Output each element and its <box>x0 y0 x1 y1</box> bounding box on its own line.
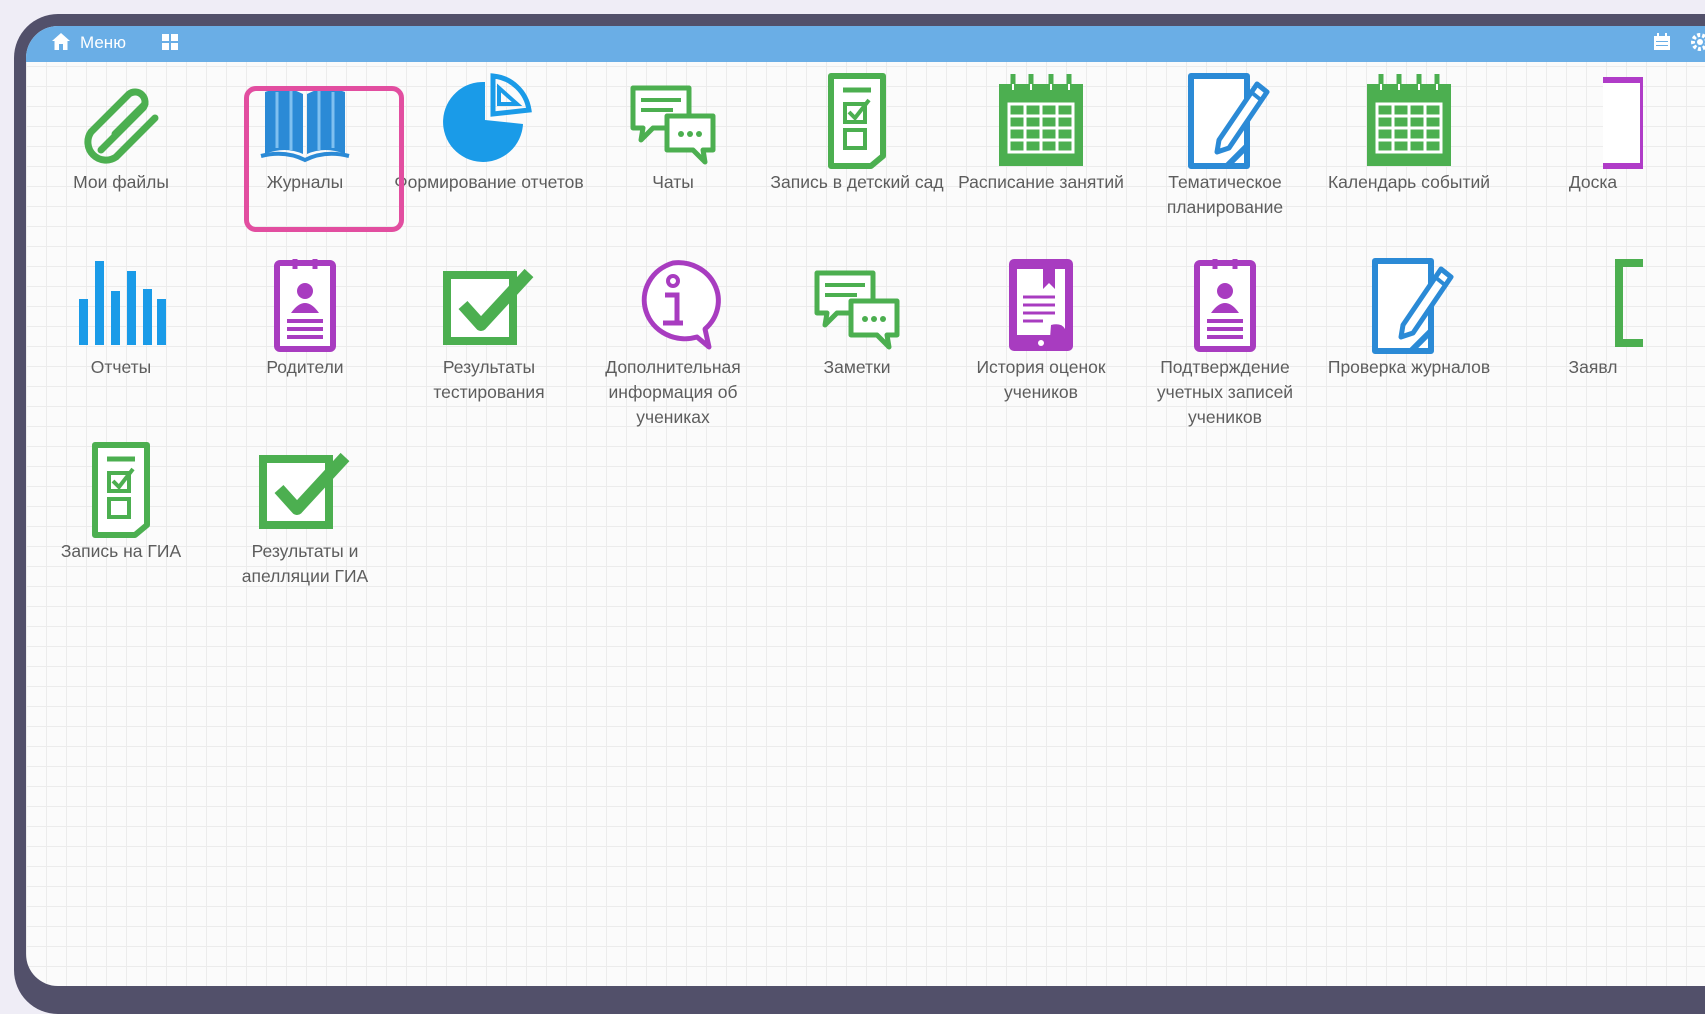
tile-thematic-planning[interactable]: Тематическое планирование <box>1130 70 1320 220</box>
tile-label: Заявл <box>1568 357 1618 377</box>
tile-my-files[interactable]: Мои файлы <box>26 70 216 195</box>
tablet-document-icon <box>1009 259 1073 351</box>
home-icon[interactable] <box>50 30 72 54</box>
tile-label: Дополнительная информация об учениках <box>605 357 741 427</box>
tile-gia-results[interactable]: Результаты и апелляции ГИА <box>210 439 400 589</box>
tile-label: Доска <box>1568 172 1618 192</box>
tile-label: Результаты тестирования <box>433 357 545 402</box>
tile-chats[interactable]: Чаты <box>578 70 768 195</box>
tile-label: Результаты и апелляции ГИА <box>241 541 369 586</box>
chat-bubbles-icon <box>630 85 716 165</box>
tile-gia-enroll[interactable]: Запись на ГИА <box>26 439 216 564</box>
tile-label: Журналы <box>266 172 344 192</box>
tile-label: История оценок учеников <box>976 357 1106 402</box>
tile-journal-check[interactable]: Проверка журналов <box>1314 255 1504 380</box>
tile-journals[interactable]: Журналы <box>210 70 400 195</box>
bar-chart-icon <box>79 261 166 345</box>
tile-notes[interactable]: Заметки <box>762 255 952 380</box>
menu-label[interactable]: Меню <box>80 33 126 53</box>
tile-reports[interactable]: Отчеты <box>26 255 216 380</box>
id-card-icon <box>1194 259 1256 352</box>
tile-grade-history[interactable]: История оценок учеников <box>946 255 1136 405</box>
info-bubble-icon <box>641 260 721 350</box>
calendar-grid-icon <box>999 74 1083 166</box>
document-pencil-icon <box>1188 73 1270 169</box>
tile-label: Проверка журналов <box>1327 357 1491 377</box>
tile-applications[interactable]: Заявл <box>1498 255 1688 380</box>
paperclip-icon <box>84 88 159 164</box>
tile-label: Родители <box>266 357 344 377</box>
gear-icon[interactable] <box>1690 32 1705 52</box>
id-card-icon <box>274 259 336 352</box>
checkbox-checked-icon <box>259 452 350 529</box>
tile-label: Чаты <box>652 172 694 192</box>
tile-student-info[interactable]: Дополнительная информация об учениках <box>578 255 768 430</box>
app-screen: Меню Мои файлы Журналы Формирование отче… <box>26 26 1705 986</box>
tile-event-calendar[interactable]: Календарь событий <box>1314 70 1504 195</box>
tile-report-builder[interactable]: Формирование отчетов <box>394 70 584 195</box>
pie-chart-icon <box>443 73 532 162</box>
checklist-icon <box>92 442 150 538</box>
document-pencil-icon <box>1372 258 1454 354</box>
calendar-icon[interactable] <box>1652 32 1672 52</box>
board-icon <box>1603 77 1643 169</box>
tile-board[interactable]: Доска <box>1498 70 1688 195</box>
tile-label: Заметки <box>823 357 891 377</box>
tile-label: Мои файлы <box>73 172 169 192</box>
chat-bubbles-icon <box>814 270 900 350</box>
tile-label: Расписание занятий <box>958 172 1124 192</box>
tile-label: Подтверждение учетных записей учеников <box>1156 357 1294 427</box>
tile-label: Тематическое планирование <box>1166 172 1284 217</box>
tile-test-results[interactable]: Результаты тестирования <box>394 255 584 405</box>
top-bar: Меню <box>26 26 1705 62</box>
checkbox-checked-icon <box>443 268 534 345</box>
apps-grid-icon[interactable] <box>160 32 180 52</box>
bracket-icon <box>1615 259 1643 347</box>
tile-label: Запись в детский сад <box>770 172 944 192</box>
tile-schedule[interactable]: Расписание занятий <box>946 70 1136 195</box>
open-book-icon <box>260 88 350 163</box>
tile-label: Отчеты <box>90 357 152 377</box>
tile-label: Запись на ГИА <box>60 541 182 561</box>
calendar-grid-icon <box>1367 74 1451 166</box>
tile-account-confirm[interactable]: Подтверждение учетных записей учеников <box>1130 255 1320 430</box>
checklist-icon <box>828 73 886 169</box>
tile-label: Формирование отчетов <box>394 172 584 192</box>
tile-parents[interactable]: Родители <box>210 255 400 380</box>
tile-kindergarten[interactable]: Запись в детский сад <box>762 70 952 195</box>
tile-label: Календарь событий <box>1327 172 1491 192</box>
